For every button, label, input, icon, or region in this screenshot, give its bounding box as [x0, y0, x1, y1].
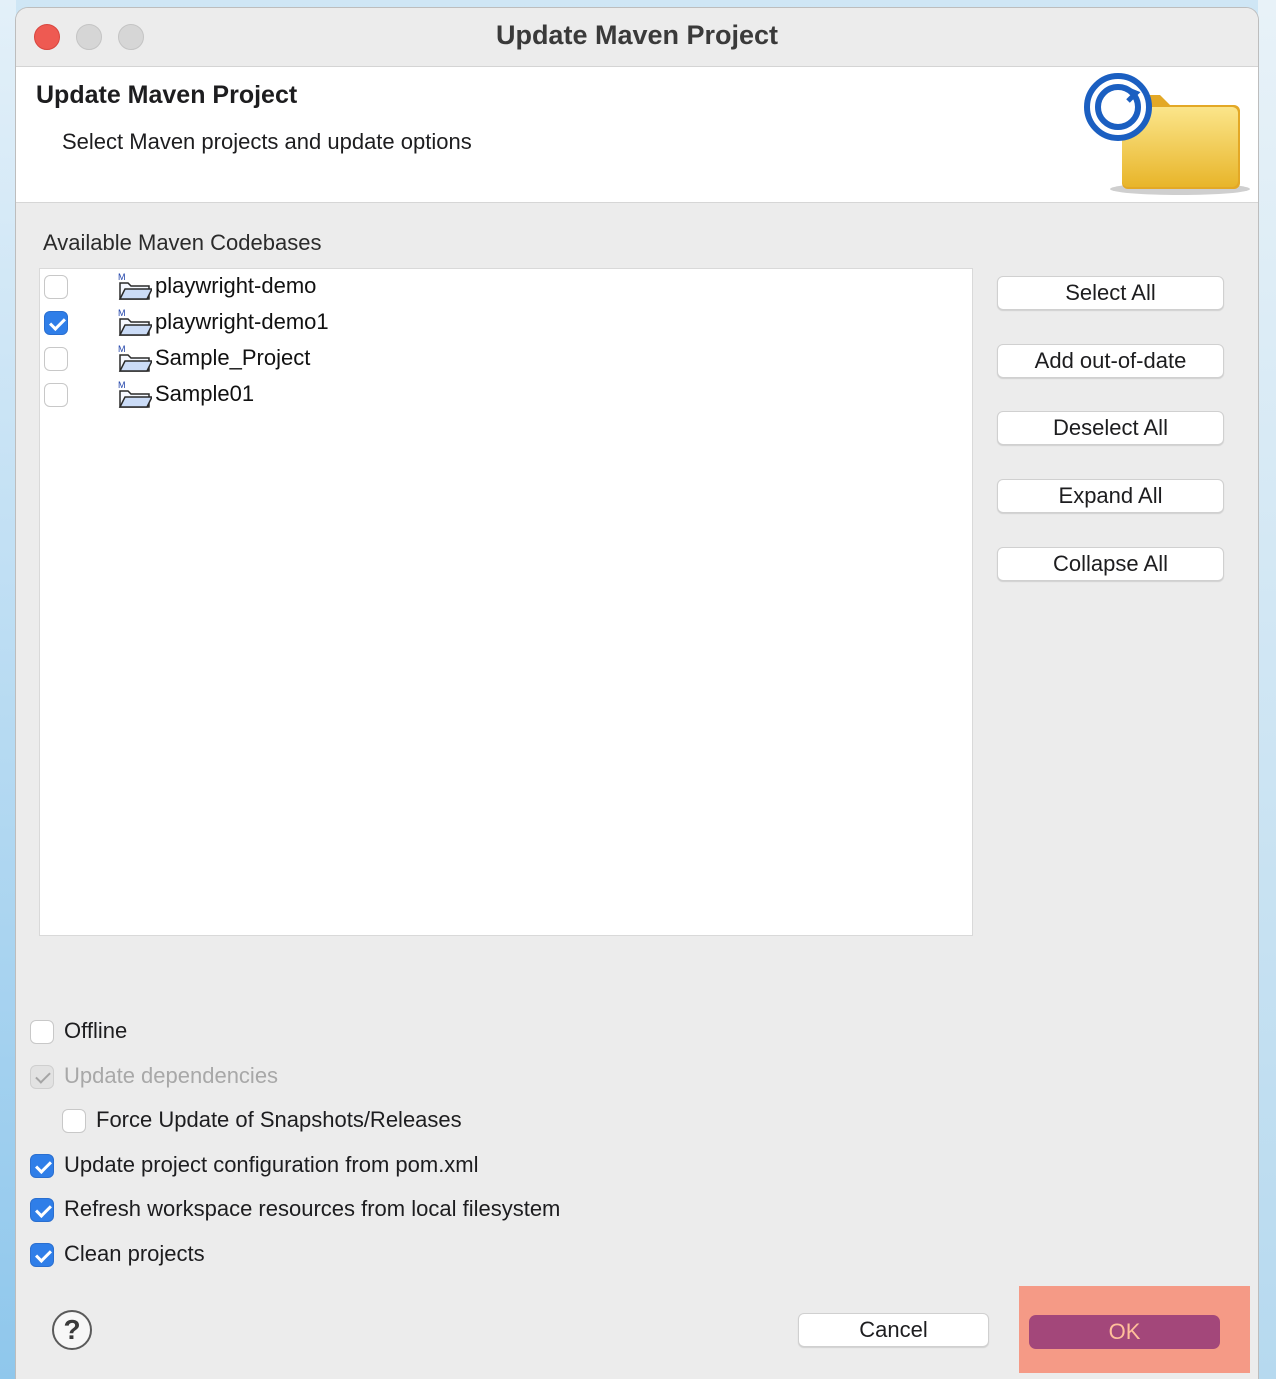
expand-all-button[interactable]: Expand All: [997, 479, 1224, 513]
offline-checkbox[interactable]: [30, 1020, 54, 1044]
force-update-label: Force Update of Snapshots/Releases: [96, 1107, 462, 1132]
tree-row-sample01[interactable]: M Sample01: [40, 377, 970, 413]
update-config-checkbox[interactable]: [30, 1154, 54, 1178]
project-checkbox-playwright-demo1[interactable]: [44, 311, 68, 335]
maven-project-folder-icon: M: [118, 308, 152, 336]
page-title: Update Maven Project: [36, 81, 298, 109]
update-dependencies-label: Update dependencies: [64, 1063, 279, 1088]
maven-project-folder-icon: M: [118, 380, 152, 408]
project-checkbox-sample-project[interactable]: [44, 347, 68, 371]
tree-row-sample-project[interactable]: M Sample_Project: [40, 341, 970, 377]
deselect-all-button[interactable]: Deselect All: [997, 411, 1224, 445]
project-name: Sample01: [155, 381, 255, 406]
add-out-of-date-button[interactable]: Add out-of-date: [997, 344, 1224, 378]
force-update-checkbox[interactable]: [62, 1109, 86, 1133]
offline-label: Offline: [64, 1018, 128, 1043]
refresh-workspace-label: Refresh workspace resources from local f…: [64, 1196, 561, 1221]
select-all-button[interactable]: Select All: [997, 276, 1224, 310]
svg-text:M: M: [118, 344, 126, 354]
maven-project-folder-icon: M: [118, 272, 152, 300]
maven-project-folder-icon: M: [118, 344, 152, 372]
page-description: Select Maven projects and update options: [62, 129, 472, 154]
clean-projects-checkbox[interactable]: [30, 1243, 54, 1267]
project-name: Sample_Project: [155, 345, 311, 370]
clean-projects-label: Clean projects: [64, 1241, 205, 1266]
tree-row-playwright-demo1[interactable]: M playwright-demo1: [40, 305, 970, 341]
maven-update-banner-icon: [1084, 73, 1250, 195]
refresh-workspace-checkbox[interactable]: [30, 1198, 54, 1222]
codebases-label: Available Maven Codebases: [43, 230, 322, 255]
title-bar: Update Maven Project: [16, 8, 1258, 67]
help-icon[interactable]: ?: [52, 1310, 92, 1350]
svg-text:M: M: [118, 272, 126, 282]
cancel-button[interactable]: Cancel: [798, 1313, 989, 1347]
svg-text:M: M: [118, 380, 126, 390]
collapse-all-button[interactable]: Collapse All: [997, 547, 1224, 581]
desktop-background-right: [1258, 0, 1276, 1379]
svg-text:M: M: [118, 308, 126, 318]
tree-row-playwright-demo[interactable]: M playwright-demo: [40, 269, 970, 305]
project-checkbox-sample01[interactable]: [44, 383, 68, 407]
codebases-tree[interactable]: M playwright-demo M playwright-demo1 M S…: [39, 268, 973, 936]
project-name: playwright-demo: [155, 273, 317, 298]
desktop-background: [0, 0, 16, 1379]
update-config-label: Update project configuration from pom.xm…: [64, 1152, 479, 1177]
window-title: Update Maven Project: [495, 20, 779, 50]
ok-button[interactable]: OK: [1029, 1315, 1220, 1349]
project-name: playwright-demo1: [155, 309, 329, 334]
update-dependencies-checkbox: [30, 1065, 54, 1089]
header-panel: Update Maven Project Select Maven projec…: [16, 67, 1258, 203]
update-maven-project-dialog: Update Maven Project Update Maven Projec…: [16, 8, 1258, 1379]
project-checkbox-playwright-demo[interactable]: [44, 275, 68, 299]
